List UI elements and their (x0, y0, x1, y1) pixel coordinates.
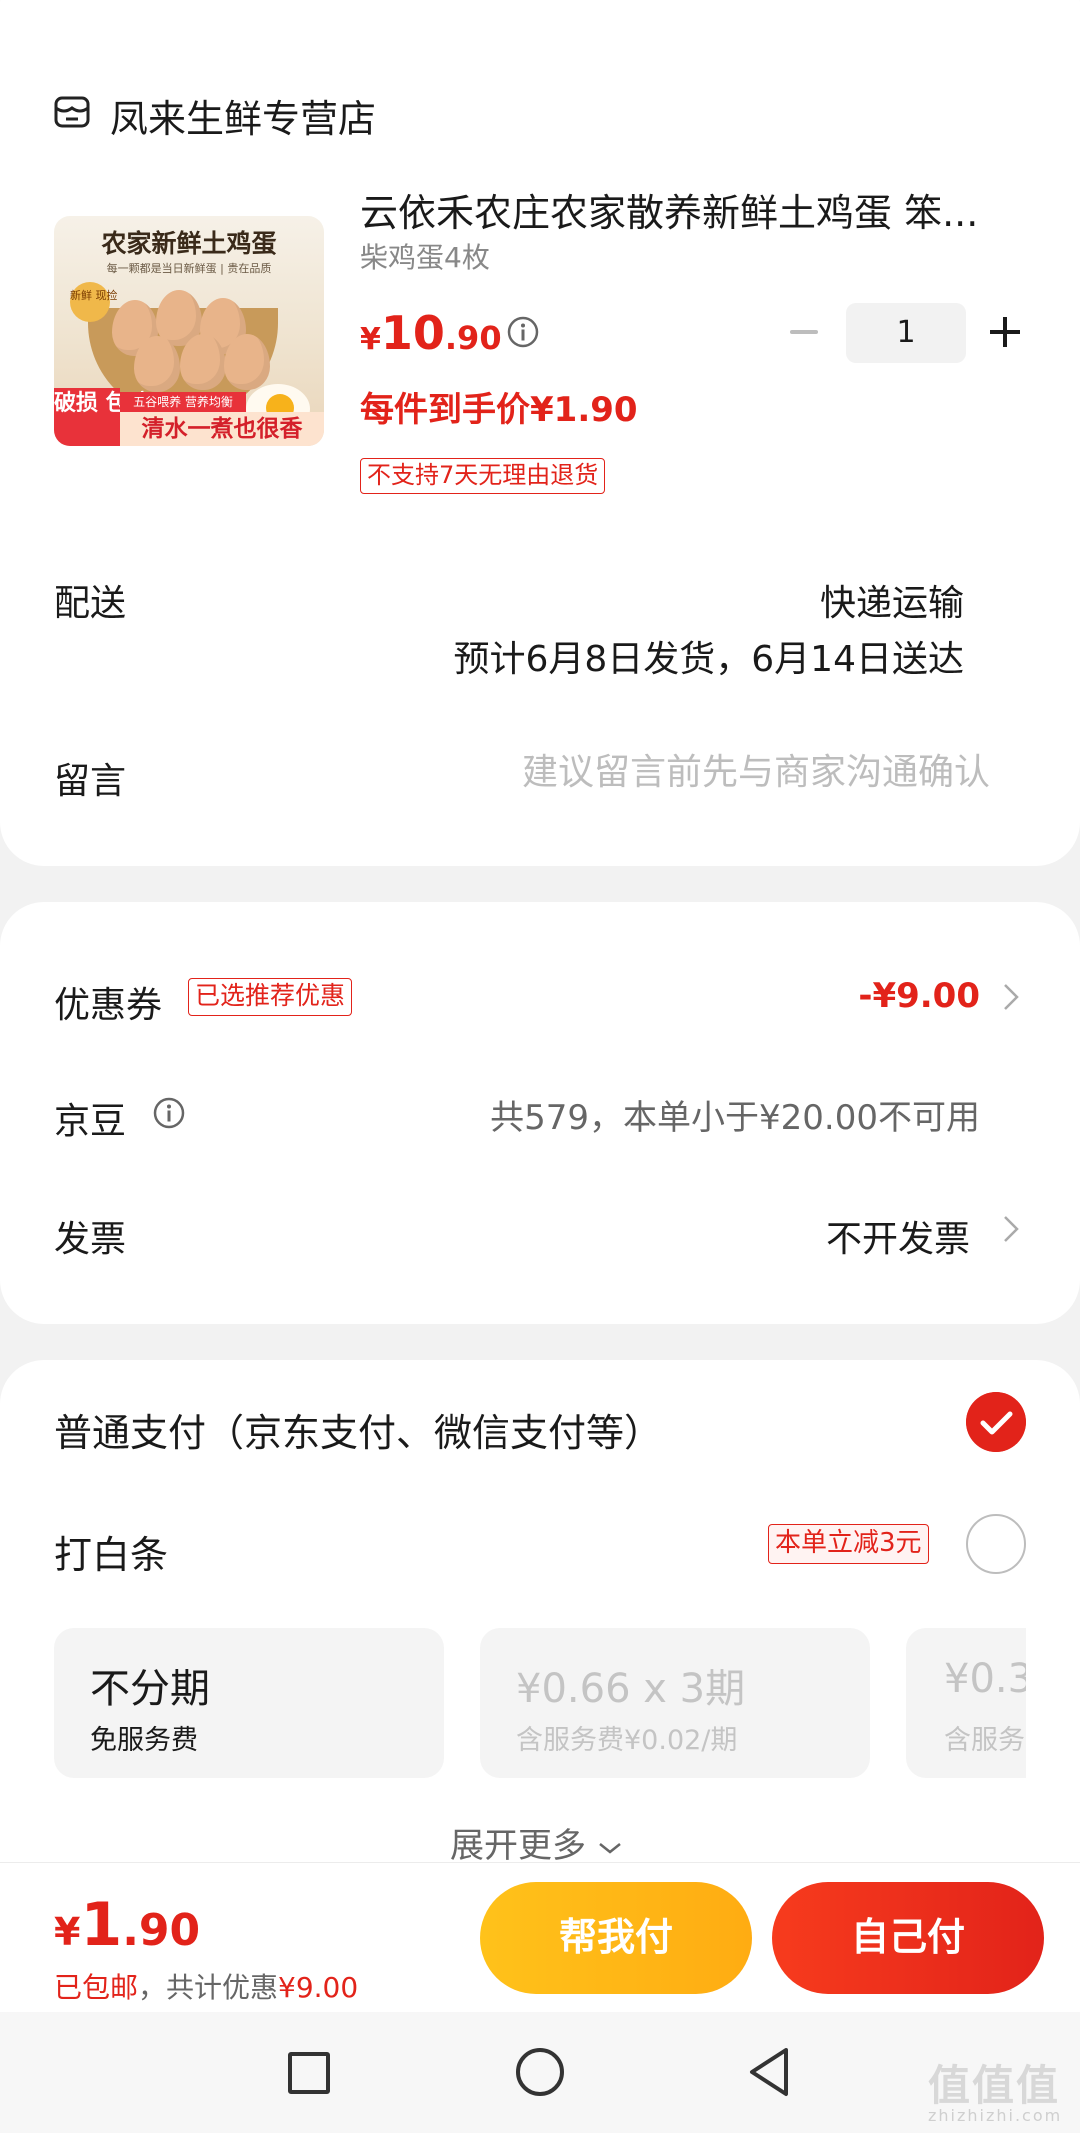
return-policy-tag: 不支持7天无理由退货 (360, 458, 606, 494)
delivery-method[interactable]: 快递运输 (820, 574, 964, 626)
home-icon[interactable] (516, 2048, 564, 2096)
broken-compensation-badge: 破损 包赔 (54, 388, 150, 446)
baitiao-radio-button[interactable] (966, 1514, 1026, 1574)
coupon-label: 优惠券 (54, 985, 163, 1026)
store-icon (54, 96, 90, 128)
installment-title: 不分期 (90, 1666, 210, 1712)
message-label: 留言 (54, 761, 127, 802)
pay-myself-button[interactable]: 自己付 (772, 1882, 1044, 1994)
invoice-value[interactable]: 不开发票 (826, 1210, 970, 1262)
jingdou-label: 京豆 (54, 1101, 127, 1142)
total-integer: 1 (80, 1890, 123, 1960)
jingdou-value: 共579，本单小于¥20.00不可用 (490, 1098, 980, 1138)
price-integer: 10 (380, 306, 445, 360)
quantity-field[interactable]: 1 (846, 303, 966, 363)
installment-option-none[interactable]: 不分期 免服务费 (54, 1628, 444, 1778)
egg-shape (134, 336, 180, 392)
installment-title: ¥0.3 (944, 1656, 1026, 1702)
quantity-decrease-button[interactable] (790, 330, 818, 334)
delivery-label: 配送 (54, 583, 127, 624)
delivery-estimate: 预计6月8日发货，6月14日送达 (453, 639, 964, 680)
invoice-label: 发票 (54, 1219, 127, 1260)
normal-payment-option[interactable]: 普通支付（京东支付、微信支付等） (54, 1402, 662, 1457)
installment-options: 不分期 免服务费 ¥0.66 x 3期 含服务费¥0.02/期 ¥0.3 含服务… (54, 1628, 1026, 1778)
total-decimal: .90 (122, 1905, 201, 1956)
installment-subtitle: 免服务费 (90, 1725, 198, 1756)
back-icon[interactable] (746, 2046, 794, 2098)
product-spec[interactable]: 柴鸡蛋4枚 (360, 236, 490, 276)
product-image-subtitle: 每一颗都是当日新鲜蛋 | 贵在品质 (106, 262, 272, 275)
coupon-tag: 已选推荐优惠 (188, 978, 353, 1016)
discount-prefix: ，共计优惠 (138, 1971, 279, 2004)
total-currency: ¥ (54, 1910, 81, 1954)
fresh-badge: 新鲜 现捡 (70, 282, 118, 322)
shipping-note: 已包邮 (54, 1971, 139, 2004)
installment-option-more[interactable]: ¥0.3 含服务费 (906, 1628, 1026, 1778)
store-name[interactable]: 凤来生鲜专营店 (110, 88, 376, 143)
total-note: 已包邮，共计优惠¥9.00 (54, 1966, 358, 2006)
installment-subtitle: 含服务费¥0.02/期 (516, 1725, 738, 1756)
quantity-increase-button[interactable] (988, 315, 1022, 349)
coupon-value[interactable]: -¥9.00 (858, 976, 980, 1016)
discount-total: ¥9.00 (278, 1971, 359, 2004)
installment-title: ¥0.66 x 3期 (516, 1666, 746, 1712)
product-image[interactable]: 农家新鲜土鸡蛋 每一颗都是当日新鲜蛋 | 贵在品质 新鲜 现捡 破损 包赔 五谷… (54, 216, 324, 446)
chevron-right-icon[interactable] (1002, 982, 1020, 1012)
egg-shape (224, 334, 270, 390)
price-info-icon[interactable] (506, 315, 540, 349)
egg-shape (180, 334, 226, 390)
watermark-logo: 值值值 (928, 2061, 1061, 2110)
checkmark-icon[interactable] (966, 1392, 1026, 1452)
expand-more-button[interactable]: 展开更多 (450, 1818, 623, 1867)
help-me-pay-button[interactable]: 帮我付 (480, 1882, 752, 1994)
product-image-title: 农家新鲜土鸡蛋 (101, 229, 277, 258)
image-feature-strip: 五谷喂养 营养均衡 (120, 392, 246, 412)
installment-subtitle: 含服务费 (944, 1725, 1026, 1756)
per-item-price: 每件到手价¥1.90 (360, 390, 638, 430)
price-currency: ¥ (360, 322, 381, 357)
product-price: ¥10.90 (360, 306, 502, 360)
expand-more-label: 展开更多 (450, 1826, 586, 1866)
image-slogan-strip: 清水一煮也很香 (120, 412, 324, 446)
jingdou-info-icon[interactable] (152, 1096, 186, 1130)
total-price: ¥1.90 (54, 1890, 200, 1960)
installment-option-3[interactable]: ¥0.66 x 3期 含服务费¥0.02/期 (480, 1628, 870, 1778)
baitiao-discount-tag: 本单立减3元 (768, 1524, 929, 1564)
watermark-url: zhizhizhi.com (928, 2106, 1063, 2125)
chevron-down-icon (599, 1842, 621, 1854)
chevron-right-icon[interactable] (1002, 1214, 1020, 1244)
price-decimal: .90 (444, 319, 502, 357)
product-title[interactable]: 云依禾农庄农家散养新鲜土鸡蛋 笨... (360, 182, 978, 237)
message-input[interactable] (450, 744, 990, 800)
baitiao-payment-option[interactable]: 打白条 (54, 1524, 168, 1579)
recent-apps-icon[interactable] (288, 2052, 330, 2094)
